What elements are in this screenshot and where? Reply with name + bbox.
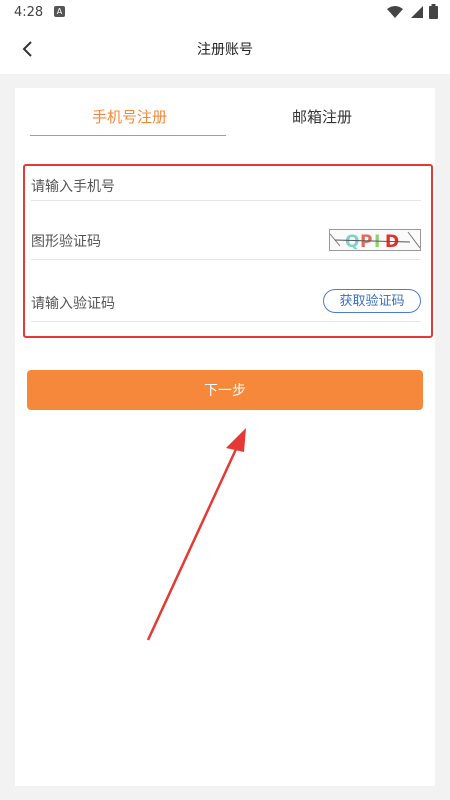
sms-code-placeholder: 请输入验证码 [31, 296, 115, 312]
tab-email-register[interactable]: 邮箱注册 [292, 106, 352, 127]
notification-icon: A [54, 6, 65, 17]
app-bar: 注册账号 [0, 26, 450, 74]
sms-code-field[interactable]: 请输入验证码 获取验证码 [31, 289, 421, 322]
register-card: 手机号注册 邮箱注册 请输入手机号 图形验证码 Q P I D 请输入验 [15, 88, 435, 786]
page-title: 注册账号 [197, 42, 253, 58]
next-button[interactable]: 下一步 [27, 370, 423, 410]
get-code-button[interactable]: 获取验证码 [323, 289, 421, 313]
captcha-placeholder: 图形验证码 [31, 234, 101, 250]
register-form: 请输入手机号 图形验证码 Q P I D 请输入验证码 获取验证码 [23, 164, 433, 338]
active-tab-underline [30, 135, 226, 136]
wifi-icon [387, 5, 403, 18]
status-time: 4:28 [14, 5, 44, 20]
battery-icon [429, 4, 438, 19]
register-tabs: 手机号注册 邮箱注册 [15, 88, 435, 140]
signal-icon [411, 5, 423, 18]
captcha-field[interactable]: 图形验证码 Q P I D [31, 229, 421, 260]
phone-field[interactable]: 请输入手机号 [31, 176, 421, 201]
phone-placeholder: 请输入手机号 [31, 179, 115, 195]
status-icons [387, 4, 438, 19]
status-bar: 4:28 A [0, 0, 450, 26]
tab-phone-register[interactable]: 手机号注册 [92, 106, 167, 127]
captcha-image[interactable]: Q P I D [329, 229, 421, 251]
